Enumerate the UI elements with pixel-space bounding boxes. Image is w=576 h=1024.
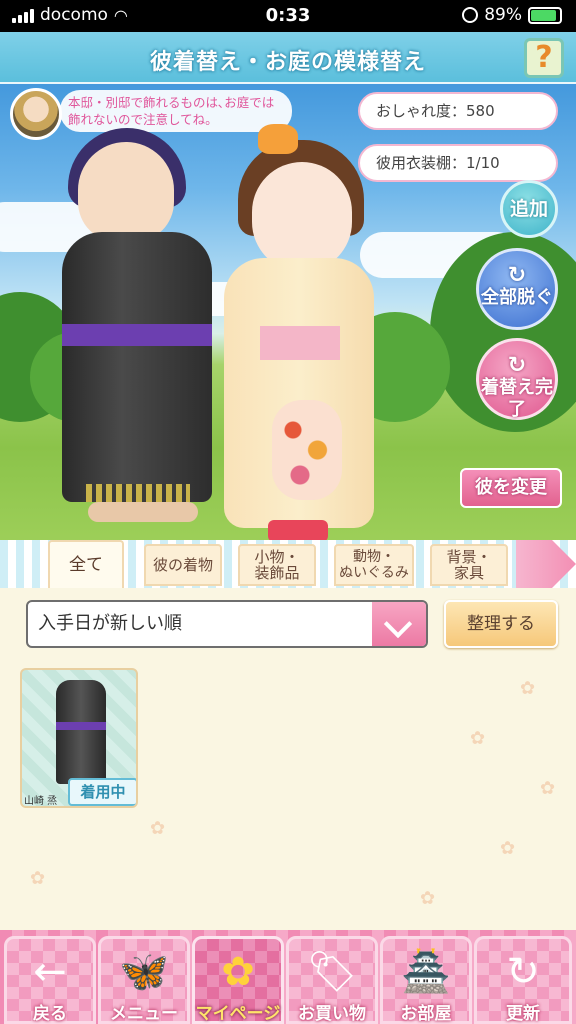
- refresh-icon: ↻: [506, 949, 540, 995]
- nav-label: 更新: [506, 1004, 540, 1024]
- battery-icon: [528, 6, 562, 24]
- petal-decoration: ✿: [150, 818, 166, 839]
- partner-kimono: [62, 232, 212, 502]
- player-face: [252, 162, 352, 272]
- nav-label: マイページ: [195, 1004, 281, 1024]
- sort-order-value: 入手日が新しい順: [38, 613, 182, 634]
- petal-decoration: ✿: [470, 728, 486, 749]
- butterfly-icon: 🦋: [119, 949, 169, 995]
- player-obi: [260, 326, 340, 360]
- nav-mypage-button[interactable]: ✿ マイページ: [192, 936, 284, 1024]
- room-icon: 🏯: [401, 949, 451, 995]
- rotate-icon: ↻: [507, 353, 527, 378]
- rotate-icon: ↻: [507, 263, 527, 288]
- organize-button[interactable]: 整理する: [444, 600, 558, 648]
- finish-dressing-button[interactable]: ↻ 着替え完了: [476, 338, 558, 420]
- nav-back-button[interactable]: ← 戻る: [4, 936, 96, 1024]
- nav-shopping-button[interactable]: 🏷 お買い物: [286, 936, 378, 1024]
- flower-icon: ✿: [221, 949, 255, 995]
- battery-percent: 89%: [484, 5, 522, 25]
- player-kimono-pattern: [272, 400, 342, 500]
- chevron-down-icon[interactable]: [372, 602, 426, 646]
- title-bar: 彼着替え・お庭の模様替え ?: [0, 32, 576, 84]
- battery-info: 89%: [462, 5, 562, 25]
- tab-animals-plush[interactable]: 動物・ ぬいぐるみ: [334, 544, 414, 586]
- nav-menu-button[interactable]: 🦋 メニュー: [98, 936, 190, 1024]
- petal-decoration: ✿: [500, 838, 516, 859]
- player-sandals: [268, 520, 328, 542]
- add-button[interactable]: 追加: [500, 180, 558, 238]
- nav-label: お買い物: [298, 1004, 366, 1024]
- partner-face: [78, 142, 174, 242]
- petal-decoration: ✿: [30, 868, 46, 889]
- nav-room-button[interactable]: 🏯 お部屋: [380, 936, 472, 1024]
- fashion-score: おしゃれ度：580: [358, 92, 558, 130]
- petal-decoration: ✿: [420, 888, 436, 909]
- item-list-panel: ✿ ✿ ✿ ✿ ✿ ✿ ✿ 入手日が新しい順 整理する 山崎 烝 着用中: [0, 588, 576, 930]
- tab-all[interactable]: 全て: [48, 540, 124, 588]
- change-partner-button[interactable]: 彼を変更: [460, 468, 562, 508]
- nav-label: 戻る: [33, 1004, 67, 1024]
- nav-label: お部屋: [400, 1004, 452, 1024]
- partner-hakama-hem: [86, 484, 190, 502]
- shopping-tag-icon: 🏷: [306, 949, 358, 995]
- player-hair-bow: [258, 124, 298, 154]
- item-card[interactable]: 山崎 烝 着用中: [20, 668, 138, 808]
- item-owner: 山崎 烝: [24, 796, 58, 807]
- help-button[interactable]: ?: [524, 38, 564, 78]
- undress-all-button[interactable]: ↻ 全部脱ぐ: [476, 248, 558, 330]
- undress-all-label: 全部脱ぐ: [481, 287, 553, 308]
- kimono-thumbnail: [56, 680, 106, 784]
- back-arrow-icon: ←: [33, 949, 67, 995]
- tab-accessories[interactable]: 小物・ 装飾品: [238, 544, 316, 586]
- hint-message: 本邸・別邸で飾れるものは､お庭では飾れないので注意してね。: [60, 90, 292, 132]
- equipped-badge: 着用中: [68, 778, 136, 806]
- tab-partner-kimono[interactable]: 彼の着物: [144, 544, 222, 586]
- petal-decoration: ✿: [520, 678, 536, 699]
- hint-bubble: 本邸・別邸で飾れるものは､お庭では飾れないので注意してね。: [10, 88, 292, 140]
- wardrobe-count: 彼用衣装棚：1/10: [358, 144, 558, 182]
- nav-label: メニュー: [110, 1004, 178, 1024]
- avatar: [10, 88, 62, 140]
- finish-dressing-label: 着替え完了: [481, 377, 553, 420]
- orientation-lock-icon: [462, 7, 479, 23]
- partner-feet: [88, 502, 198, 522]
- tab-background-furniture[interactable]: 背景・ 家具: [430, 544, 508, 586]
- nav-refresh-button[interactable]: ↻ 更新: [474, 936, 572, 1024]
- page-title: 彼着替え・お庭の模様替え: [149, 50, 426, 75]
- dressing-scene: 彼着替え・お庭の模様替え ? 本邸・別邸で飾れるものは､お庭では飾れないので注意…: [0, 32, 576, 552]
- status-bar: docomo ◠ 0:33 89%: [0, 0, 576, 32]
- tabs-next-arrow-icon[interactable]: [516, 540, 576, 588]
- category-tabs: 全て 彼の着物 小物・ 装飾品 動物・ ぬいぐるみ 背景・ 家具: [0, 540, 576, 588]
- bottom-nav: ← 戻る 🦋 メニュー ✿ マイページ 🏷 お買い物 🏯 お部屋 ↻ 更新: [0, 930, 576, 1024]
- sort-order-select[interactable]: 入手日が新しい順: [26, 600, 428, 648]
- petal-decoration: ✿: [540, 778, 556, 799]
- partner-sash: [62, 324, 212, 346]
